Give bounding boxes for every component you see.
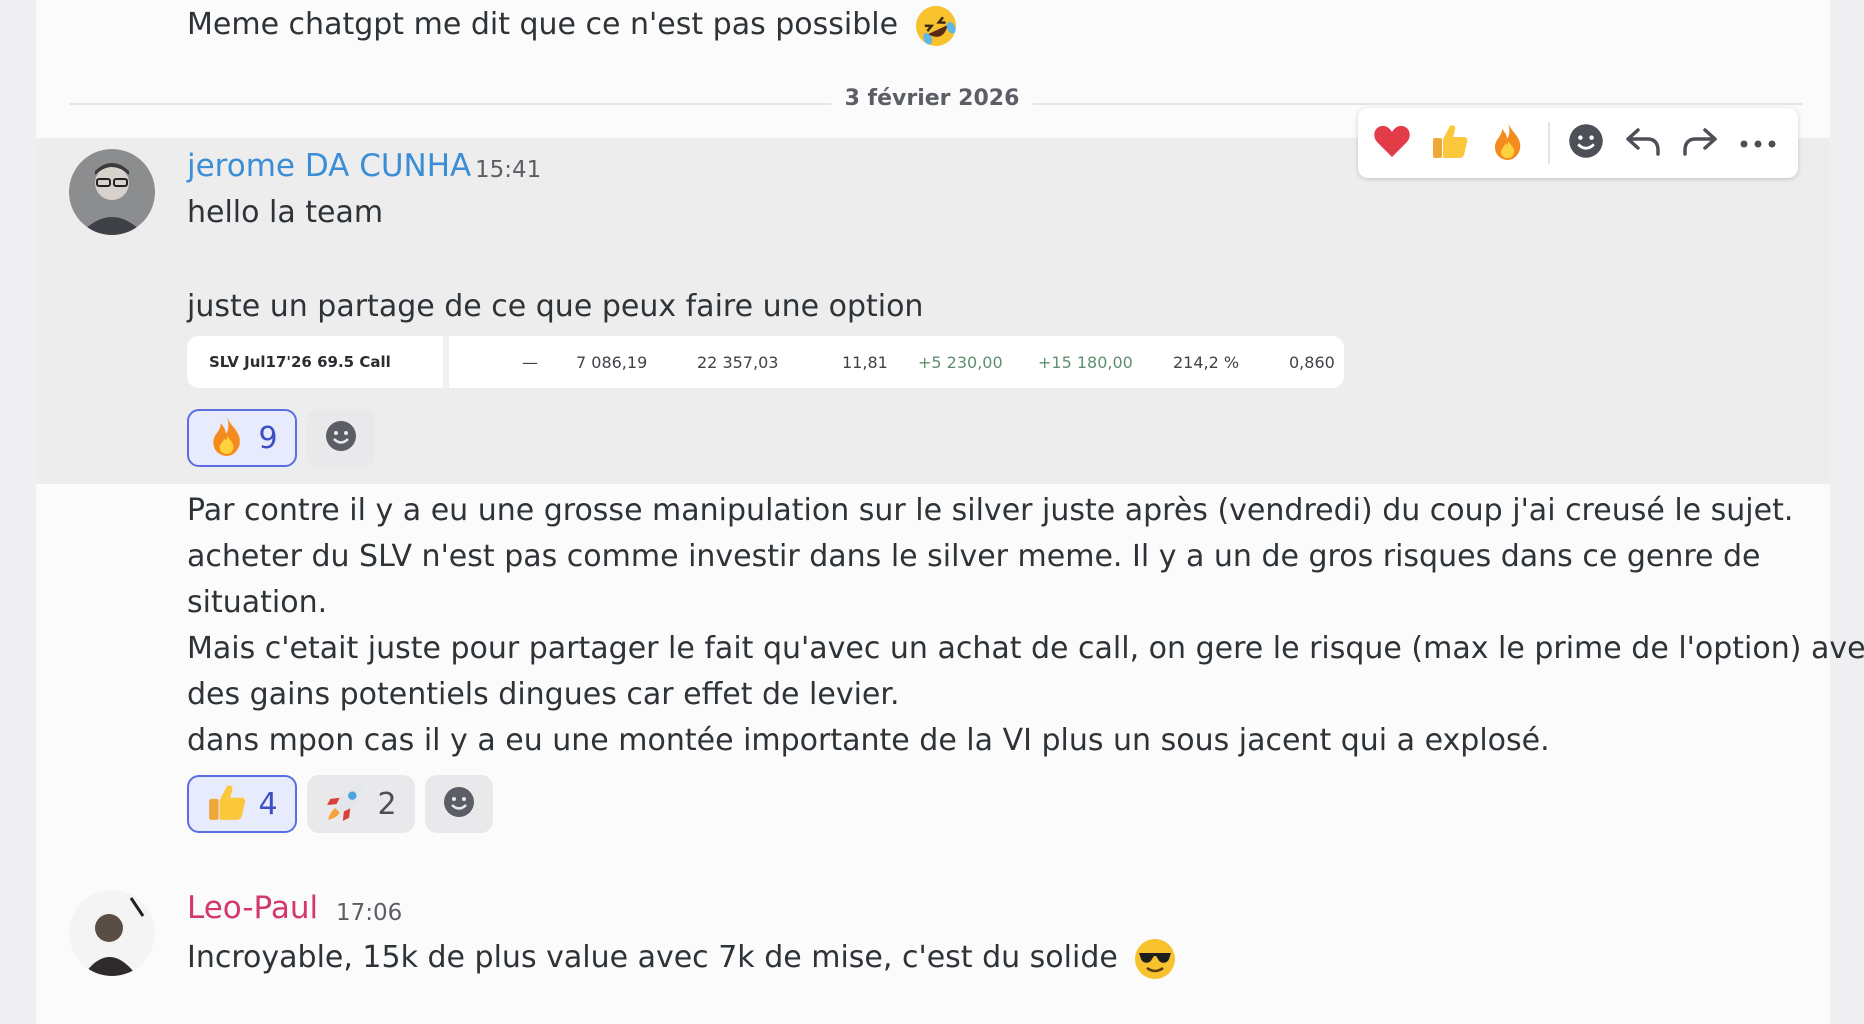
previous-message: Meme chatgpt me dit que ce n'est pas pos… [187,2,958,48]
reaction-rocket[interactable]: 2 [307,775,415,833]
reaction-count: 2 [377,786,397,822]
right-rail [1830,0,1864,1024]
username-leo-paul-text: Leo-Paul [187,890,319,926]
left-rail [0,0,36,1024]
sunglasses-emoji-icon [1133,937,1177,981]
smile-add-icon [324,419,358,457]
option-position-table[interactable]: SLV Jul17'26 69.5 Call — 7 086,19 22 357… [187,336,1344,388]
reaction-count: 4 [258,786,278,822]
message-line: dans mpon cas il y a eu une montée impor… [187,723,1550,758]
rocket-icon [325,781,367,827]
message-hover-toolbar [1358,108,1798,178]
table-cell: 214,2 % [1173,353,1240,372]
message-text: Incroyable, 15k de plus value avec 7k de… [187,940,1118,975]
option-label: SLV Jul17'26 69.5 Call [209,353,391,371]
message-line: situation. [187,585,328,620]
table-cell: 0,860 [1289,353,1335,372]
table-cell: 7 086,19 [576,353,648,372]
heart-icon [1372,121,1412,165]
fire-reaction-button[interactable] [1486,121,1530,165]
reaction-thumbs-up[interactable]: 4 [187,775,297,833]
more-options-button[interactable] [1736,121,1780,165]
reply-button[interactable] [1621,121,1665,165]
avatar-jerome[interactable] [69,149,155,235]
smile-add-icon [442,785,476,823]
heart-reaction-button[interactable] [1370,121,1414,165]
avatar-leo-paul[interactable] [69,890,155,976]
forward-button[interactable] [1678,121,1722,165]
message-line: Incroyable, 15k de plus value avec 7k de… [187,935,1177,981]
add-reaction-button[interactable] [425,775,493,833]
reply-arrow-icon [1624,122,1662,164]
previous-message-text: Meme chatgpt me dit que ce n'est pas pos… [187,7,899,42]
table-cell: +15 180,00 [1038,353,1133,372]
timestamp-leo-paul[interactable]: 17:06 [336,900,402,926]
more-dots-icon [1738,134,1778,153]
message-line: Par contre il y a eu une grosse manipula… [187,493,1794,528]
message-line: juste un partage de ce que peux faire un… [187,289,924,324]
reaction-count: 9 [258,420,278,456]
table-cell: +5 230,00 [918,353,1003,372]
reaction-fire[interactable]: 9 [187,409,297,467]
username-jerome[interactable]: jerome DA CUNHA [187,148,471,184]
add-reaction-button[interactable] [1564,121,1608,165]
thumbs-up-reaction-button[interactable] [1428,121,1472,165]
fire-icon [1488,121,1528,165]
forward-arrow-icon [1681,122,1719,164]
add-reaction-button[interactable] [307,409,375,467]
date-divider-label: 3 février 2026 [830,86,1034,111]
thumbs-up-icon [206,781,248,827]
smile-add-icon [1567,122,1605,164]
table-cell: — [522,353,538,372]
message-line: Mais c'etait juste pour partager le fait… [187,631,1864,666]
message-line: des gains potentiels dingues car effet d… [187,677,900,712]
toolbar-separator [1548,122,1550,164]
table-cell: 22 357,03 [697,353,779,372]
username-jerome-text: jerome DA CUNHA [187,148,472,184]
thumbs-up-icon [1430,121,1470,165]
rolling-laughing-emoji-icon [914,4,958,48]
timestamp-jerome[interactable]: 15:41 [475,157,541,183]
message-line: hello la team [187,195,384,230]
message-line: acheter du SLV n'est pas comme investir … [187,539,1761,574]
fire-icon [206,415,248,461]
table-cell: 11,81 [842,353,888,372]
username-leo-paul[interactable]: Leo-Paul [187,890,318,926]
